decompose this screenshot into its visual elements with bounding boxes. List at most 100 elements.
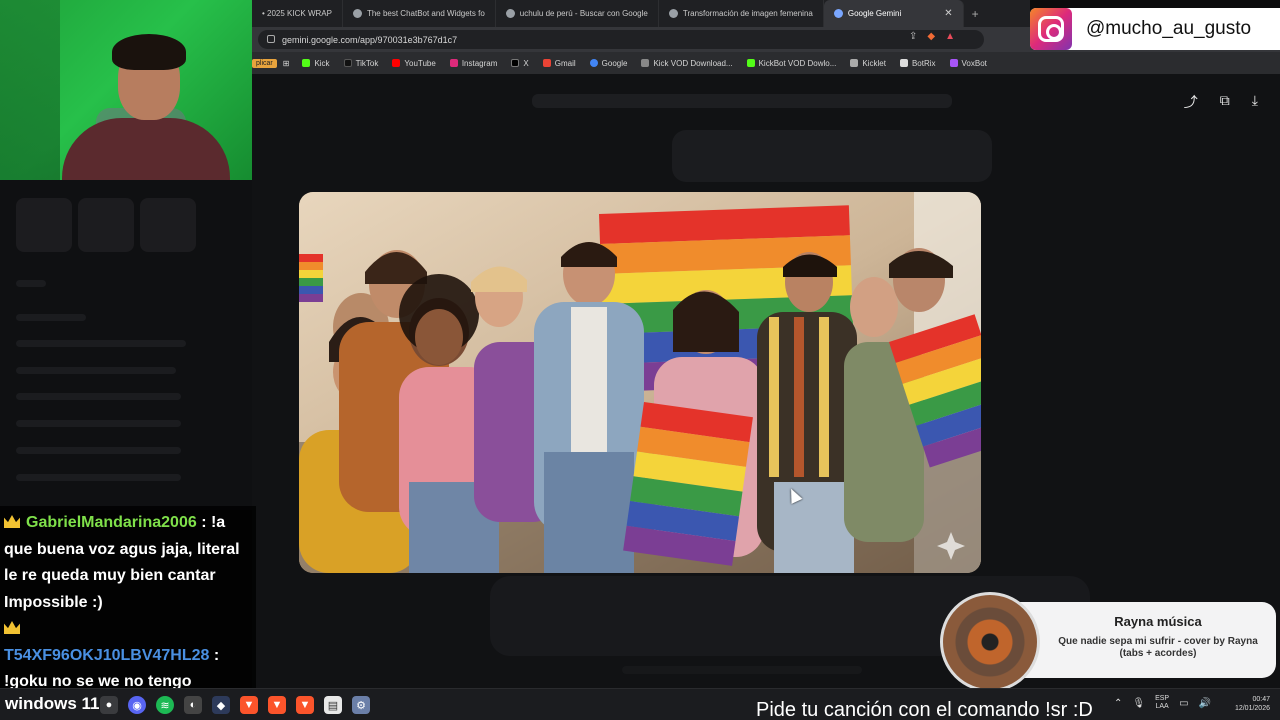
globe-icon [641,59,650,67]
kicklet-icon [850,59,859,67]
bookmark-kick[interactable]: Kick [295,59,336,68]
dimmed-sidebar [0,180,252,510]
tiktok-icon [343,59,352,67]
bookmark-tiktok[interactable]: TikTok [337,59,386,68]
album-art-disc [940,592,1040,692]
tab-transformacion[interactable]: Transformación de imagen femenina [659,0,824,27]
bookmark-label: Kick VOD Download... [653,58,733,68]
display-icon[interactable]: ▭ [1179,698,1188,709]
webcam-feed [0,0,252,180]
tab-google-gemini[interactable]: Google Gemini ✕ [823,0,964,27]
webcam-person-hair [112,34,186,70]
brave-rewards-icon[interactable]: ▲ [945,31,955,42]
youtube-icon [392,59,401,67]
voxbot-icon [949,59,958,67]
brave-shield-icon[interactable]: ◆ [927,31,935,42]
bookmark-google[interactable]: Google [583,59,635,68]
dimmed-line [16,474,181,481]
chat-username: GabrielMandarina2006 [26,514,197,531]
brave-icon[interactable]: ▼ [296,696,314,714]
brave-icon[interactable]: ▼ [268,696,286,714]
dimmed-thumbnail [140,198,196,252]
bookmark-label: KickBot VOD Dowlo... [758,58,837,68]
clock-date: 12/01/2026 [1234,705,1270,712]
obs-icon[interactable]: ● [100,696,118,714]
kick-icon [302,59,311,67]
download-icon[interactable]: ⤓ [1252,92,1258,112]
taskbar: windows 11 ● ◉ ≋ ◐ ◆ ▼ ▼ ▼ ▤ ⚙ Pide tu c… [0,688,1280,720]
bookmark-x[interactable]: X [504,59,535,68]
dimmed-disclaimer [622,666,862,674]
apps-grid-icon[interactable]: ⊞ [277,59,296,68]
bookmark-label: YouTube [404,58,436,68]
bookmark-label: Kick [314,58,330,68]
now-playing-subtitle: Que nadie sepa mi sufrir - cover by Rayn… [1058,636,1258,659]
close-icon[interactable]: ✕ [944,8,952,19]
share-icon[interactable]: ⇪ [909,31,917,42]
chat-separator: : [209,646,220,664]
bookmark-label: Kicklet [862,58,886,68]
spotify-icon[interactable]: ≋ [156,696,174,714]
image-viewer-actions: ⤴ ⧉ ⤓ [1184,92,1258,112]
gemini-icon [668,9,678,18]
bookmark-label: BotRix [911,58,936,68]
bookmark-kicklet[interactable]: Kicklet [843,59,893,68]
brave-icon[interactable]: ▼ [240,696,258,714]
webcam-person-body [62,118,230,180]
windows-label: windows 11 [5,694,100,713]
group-photo-illustration [299,192,981,573]
site-info-icon[interactable] [267,35,275,43]
app-icon[interactable]: ◐ [184,696,202,714]
tab-label: uchulu de perú - Buscar con Google [519,9,648,18]
bookmark-youtube[interactable]: YouTube [385,59,442,68]
volume-icon[interactable]: 🔊 [1199,698,1211,709]
google-icon [589,59,598,67]
tab-label: • 2025 KICK WRAP [262,9,332,18]
bookmark-truncated[interactable]: plicar [252,58,277,68]
file-icon[interactable]: ▤ [324,696,342,714]
system-tray: ⌃ 🎙 ESP LAA ▭ 🔊 [1114,695,1211,711]
generated-image[interactable] [299,192,981,573]
microphone-icon[interactable]: 🎙 [1132,698,1145,709]
tab-chatbot[interactable]: The best ChatBot and Widgets fo [343,0,496,27]
now-playing-widget: Rayna música Que nadie sepa mi sufrir - … [940,592,1276,692]
instagram-icon [449,59,458,67]
bookmark-botrix[interactable]: BotRix [893,59,943,68]
share-icon[interactable]: ⤴ [1184,92,1198,112]
google-icon [505,9,515,18]
bookmark-instagram[interactable]: Instagram [443,59,505,68]
chat-username: T54XF96OKJ10LBV47HL28 [4,646,210,664]
chevron-up-icon[interactable]: ⌃ [1114,698,1122,709]
bookmark-label: X [523,58,529,68]
bookmark-kickbot-vod[interactable]: KickBot VOD Dowlo... [740,59,844,68]
dimmed-user-prompt [672,130,992,182]
gemini-icon [833,9,843,18]
bookmark-label: TikTok [355,58,379,68]
tab-google-search[interactable]: uchulu de perú - Buscar con Google [496,0,659,27]
chat-message: GabrielMandarina2006 : !a que buena voz … [4,510,252,616]
tab-kick-wrap[interactable]: • 2025 KICK WRAP [252,0,343,27]
address-tools: ⇪ ◆ ▲ [909,31,955,42]
tab-label: Google Gemini [847,9,902,18]
language-indicator[interactable]: ESP LAA [1155,695,1169,711]
discord-icon[interactable]: ◉ [128,696,146,714]
language-code: ESP [1155,695,1170,702]
bookmark-kick-vod[interactable]: Kick VOD Download... [634,59,739,68]
new-tab-button[interactable]: + [964,7,987,21]
copy-icon[interactable]: ⧉ [1220,92,1230,112]
crown-icon [4,621,20,634]
dimmed-line [16,420,181,427]
crown-icon [4,515,20,528]
bookmark-gmail[interactable]: Gmail [536,59,583,68]
app-icon[interactable]: ◆ [212,696,230,714]
url-text: gemini.google.com/app/970031e3b767d1c7 [282,34,458,45]
bookmark-voxbot[interactable]: VoxBot [943,59,994,68]
tab-favicon-icon [352,9,362,18]
now-playing-title: Rayna música [1114,614,1202,629]
url-field[interactable]: gemini.google.com/app/970031e3b767d1c7 [258,30,984,49]
settings-icon[interactable]: ⚙ [352,696,370,714]
dimmed-chat-title [532,94,952,108]
clock[interactable]: 00:47 12/01/2026 [1235,695,1270,713]
bookmark-label: Gmail [554,58,576,68]
language-layout: LAA [1155,703,1169,710]
